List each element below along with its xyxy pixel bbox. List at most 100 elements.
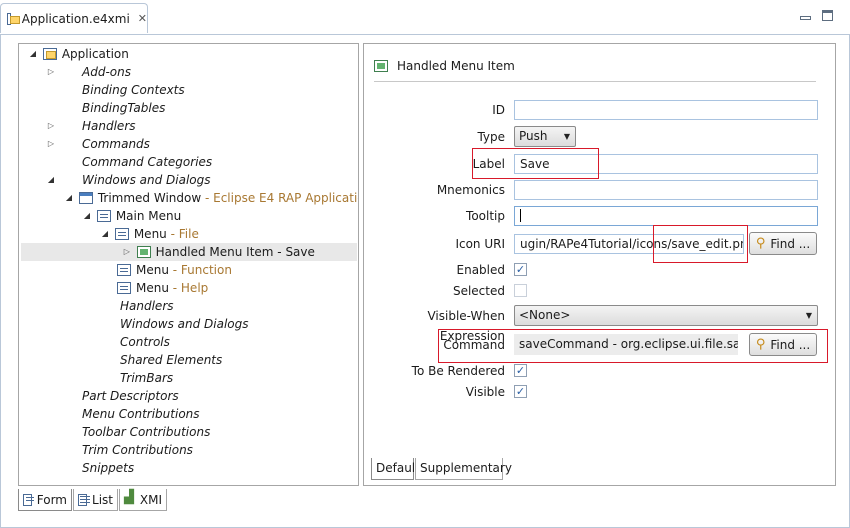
tree-item-controls[interactable]: Controls (120, 333, 170, 351)
tree-item-label: Handlers (82, 119, 136, 133)
expand-icon[interactable]: ▷ (45, 63, 57, 81)
icon-find-button[interactable]: ⚲ Find ... (749, 232, 817, 255)
tree-item-window-handlers[interactable]: Handlers (120, 297, 174, 315)
editor-tab-bar: Application.e4xmi ✕ (0, 0, 850, 36)
tab-xmi[interactable]: XMI (119, 489, 167, 511)
tree-item-label: Shared Elements (120, 353, 223, 367)
type-select[interactable]: Push ▼ (514, 126, 576, 147)
tree-item-suffix: - Help (168, 281, 209, 295)
dropdown-arrow-icon: ▼ (805, 311, 812, 320)
tree-item-handled-menu-item-save[interactable]: ▷ Handled Menu Item - Save (21, 243, 357, 261)
visible-when-label: Visible-When Expression (427, 309, 505, 343)
tab-supplementary[interactable]: Supplementary (415, 458, 512, 480)
selected-checkbox[interactable] (514, 284, 527, 297)
close-icon[interactable]: ✕ (138, 12, 147, 25)
highlight-label (472, 148, 599, 179)
tree-item-window-windows-dialogs[interactable]: Windows and Dialogs (120, 315, 249, 333)
enabled-checkbox[interactable]: ✓ (514, 263, 527, 276)
menu-icon (117, 264, 131, 276)
tree-item-snippets[interactable]: Snippets (82, 459, 134, 477)
highlight-icon-filename (653, 225, 748, 263)
tree-item-label: Menu (136, 263, 169, 277)
tree-item-label: Commands (82, 137, 150, 151)
visible-checkbox[interactable]: ✓ (514, 385, 527, 398)
id-label: ID (492, 103, 505, 117)
handled-menu-item-icon (136, 246, 151, 258)
to-be-rendered-label: To Be Rendered (411, 364, 505, 378)
tree-item-label: Handled Menu Item - Save (155, 245, 315, 259)
tree-item-part-descriptors[interactable]: Part Descriptors (82, 387, 179, 405)
tree-item-toolbar-contributions[interactable]: Toolbar Contributions (82, 423, 210, 441)
tab-form[interactable]: Form (18, 489, 72, 511)
tree-item-label: Toolbar Contributions (82, 425, 211, 439)
tree-item-label: Application (61, 47, 129, 61)
collapse-icon[interactable]: ◢ (63, 189, 75, 207)
tree-item-addons[interactable]: ▷ Add-ons (45, 63, 131, 81)
tree-item-label: Add-ons (82, 65, 131, 79)
tree-item-menu-contributions[interactable]: Menu Contributions (82, 405, 200, 423)
detail-title: Handled Menu Item (397, 59, 515, 73)
tree-item-menu-function[interactable]: Menu - Function (117, 261, 232, 279)
tree-item-label: Trimmed Window (97, 191, 202, 205)
tree-item-windows-and-dialogs[interactable]: ◢ Windows and Dialogs (45, 171, 211, 189)
form-icon (23, 493, 34, 506)
visible-when-select[interactable]: <None> ▼ (514, 305, 818, 326)
model-tree[interactable]: ◢ Application ▷ Add-ons Binding Contexts … (18, 43, 359, 486)
tree-item-label: Handlers (120, 299, 174, 313)
tree-item-menu-file[interactable]: ◢ Menu - File (99, 225, 199, 243)
tab-label: XMI (139, 492, 162, 507)
id-field[interactable] (514, 100, 818, 120)
expand-icon[interactable]: ▷ (121, 243, 133, 261)
tree-item-command-categories[interactable]: Command Categories (82, 153, 212, 171)
tab-list[interactable]: List (73, 489, 118, 511)
minimize-icon[interactable] (800, 16, 811, 20)
tree-item-label: BindingTables (82, 101, 166, 115)
tree-item-binding-tables[interactable]: BindingTables (82, 99, 165, 117)
maximize-icon[interactable] (822, 10, 833, 21)
editor-tab-application[interactable]: Application.e4xmi ✕ (0, 3, 148, 33)
tab-label: List (92, 492, 113, 507)
tree-item-commands[interactable]: ▷ Commands (45, 135, 150, 153)
tree-item-label: Main Menu (115, 209, 182, 223)
tree-item-label: Binding Contexts (82, 83, 185, 97)
xmi-tree-icon (124, 490, 135, 506)
icon-uri-label: Icon URI (455, 237, 505, 251)
tree-item-trimmed-window[interactable]: ◢ Trimmed Window - Eclipse E4 RAP Applic… (63, 189, 358, 207)
tree-item-binding-contexts[interactable]: Binding Contexts (82, 81, 185, 99)
tree-item-label: Menu (136, 281, 169, 295)
detail-header: Handled Menu Item (374, 56, 515, 76)
tree-item-handlers[interactable]: ▷ Handlers (45, 117, 136, 135)
tree-item-label: Snippets (82, 461, 135, 475)
tree-item-application[interactable]: ◢ Application (27, 45, 129, 63)
tooltip-label: Tooltip (466, 209, 505, 223)
expand-icon[interactable]: ▷ (45, 117, 57, 135)
tree-item-menu-help[interactable]: Menu - Help (117, 279, 208, 297)
tree-item-shared-elements[interactable]: Shared Elements (120, 351, 222, 369)
collapse-icon[interactable]: ◢ (99, 225, 111, 243)
list-icon (78, 493, 91, 506)
collapse-icon[interactable]: ◢ (45, 171, 57, 189)
menu-icon (96, 210, 111, 222)
highlight-command (438, 329, 828, 363)
to-be-rendered-checkbox[interactable]: ✓ (514, 364, 527, 377)
search-icon: ⚲ (755, 236, 766, 251)
handled-menu-item-icon (374, 60, 388, 72)
tab-default[interactable]: Default (371, 458, 420, 480)
tree-item-trimbars[interactable]: TrimBars (120, 369, 173, 387)
visible-label: Visible (465, 385, 505, 399)
collapse-icon[interactable]: ◢ (81, 207, 93, 225)
tree-item-label: Trim Contributions (82, 443, 193, 457)
enabled-label: Enabled (456, 263, 506, 277)
expand-icon[interactable]: ▷ (45, 135, 57, 153)
find-label: Find ... (770, 236, 811, 251)
type-value: Push (519, 129, 548, 143)
model-editor-icon (7, 12, 20, 25)
mnemonics-field[interactable] (514, 180, 818, 200)
menu-icon (114, 228, 129, 240)
tree-item-main-menu[interactable]: ◢ Main Menu (81, 207, 181, 225)
collapse-icon[interactable]: ◢ (27, 45, 39, 63)
dropdown-arrow-icon: ▼ (563, 132, 570, 141)
tooltip-field[interactable] (514, 206, 818, 226)
tree-item-trim-contributions[interactable]: Trim Contributions (82, 441, 193, 459)
tree-item-label: Part Descriptors (82, 389, 179, 403)
